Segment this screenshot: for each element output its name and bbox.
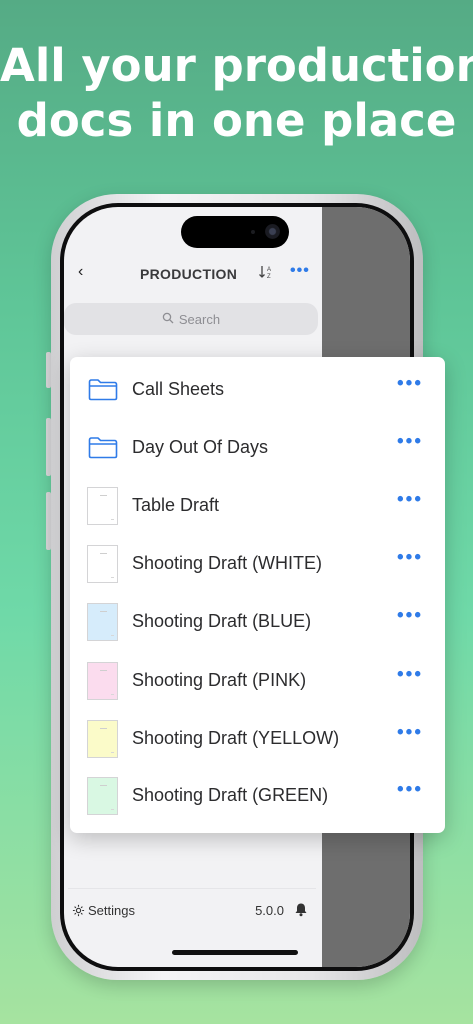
more-options-icon[interactable]: ••• — [397, 664, 423, 686]
file-label: Day Out Of Days — [132, 437, 269, 457]
sensor-dot — [251, 230, 255, 234]
file-row[interactable]: Shooting Draft (BLUE) ••• — [70, 591, 445, 649]
more-options-icon[interactable]: ••• — [397, 431, 423, 453]
more-options-icon[interactable]: ••• — [397, 779, 423, 801]
document-thumbnail-icon — [87, 777, 118, 815]
search-field[interactable]: Search — [64, 303, 318, 335]
file-label: Table Draft — [132, 495, 220, 515]
file-row[interactable]: Day Out Of Days ••• — [70, 417, 445, 475]
back-chevron-icon[interactable]: ‹ — [78, 263, 83, 281]
more-options-icon[interactable]: ••• — [397, 722, 423, 744]
search-placeholder: Search — [178, 311, 221, 327]
home-indicator — [172, 950, 298, 955]
headline-line-2: docs in one place — [16, 94, 457, 147]
svg-text:A: A — [267, 267, 271, 273]
search-icon — [162, 312, 174, 327]
version-label: 5.0.0 — [255, 903, 284, 918]
sort-az-icon[interactable]: A Z — [258, 264, 274, 283]
document-thumbnail-icon — [87, 603, 118, 641]
headline-line-1: All your production — [0, 39, 473, 92]
footer-bar: Settings 5.0.0 — [68, 888, 316, 923]
document-thumbnail-icon — [87, 487, 118, 525]
file-label: Shooting Draft (BLUE) — [132, 611, 312, 631]
file-row[interactable]: Shooting Draft (PINK) ••• — [70, 650, 445, 708]
file-label: Shooting Draft (PINK) — [132, 670, 307, 690]
nav-bar: ‹ PRODUCTION A Z ••• — [64, 255, 322, 295]
bell-icon[interactable] — [294, 902, 308, 920]
page-title: PRODUCTION — [140, 266, 238, 282]
document-thumbnail-icon — [87, 720, 118, 758]
settings-label: Settings — [88, 903, 135, 918]
file-label: Shooting Draft (GREEN) — [132, 785, 329, 805]
file-row[interactable]: Shooting Draft (YELLOW) ••• — [70, 708, 445, 766]
more-options-icon[interactable]: ••• — [290, 262, 310, 280]
gear-icon — [72, 904, 85, 917]
more-options-icon[interactable]: ••• — [397, 605, 423, 627]
file-label: Shooting Draft (WHITE) — [132, 553, 323, 573]
settings-button[interactable]: Settings — [72, 903, 135, 918]
more-options-icon[interactable]: ••• — [397, 373, 423, 395]
svg-text:Z: Z — [267, 274, 271, 280]
file-label: Call Sheets — [132, 379, 225, 399]
more-options-icon[interactable]: ••• — [397, 547, 423, 569]
file-row[interactable]: Shooting Draft (WHITE) ••• — [70, 533, 445, 591]
files-card: Call Sheets ••• Day Out Of Days ••• Table Dr… — [70, 357, 445, 833]
file-row[interactable]: Shooting Draft (GREEN) ••• — [70, 765, 445, 823]
document-thumbnail-icon — [87, 662, 118, 700]
folder-icon — [88, 378, 118, 401]
document-thumbnail-icon — [87, 545, 118, 583]
camera-icon — [265, 224, 280, 239]
file-row[interactable]: Call Sheets ••• — [70, 359, 445, 417]
dynamic-island — [181, 216, 289, 248]
file-label: Shooting Draft (YELLOW) — [132, 728, 340, 748]
more-options-icon[interactable]: ••• — [397, 489, 423, 511]
headline: All your production docs in one place — [0, 38, 473, 148]
folder-icon — [88, 436, 118, 459]
file-row[interactable]: Table Draft ••• — [70, 475, 445, 533]
